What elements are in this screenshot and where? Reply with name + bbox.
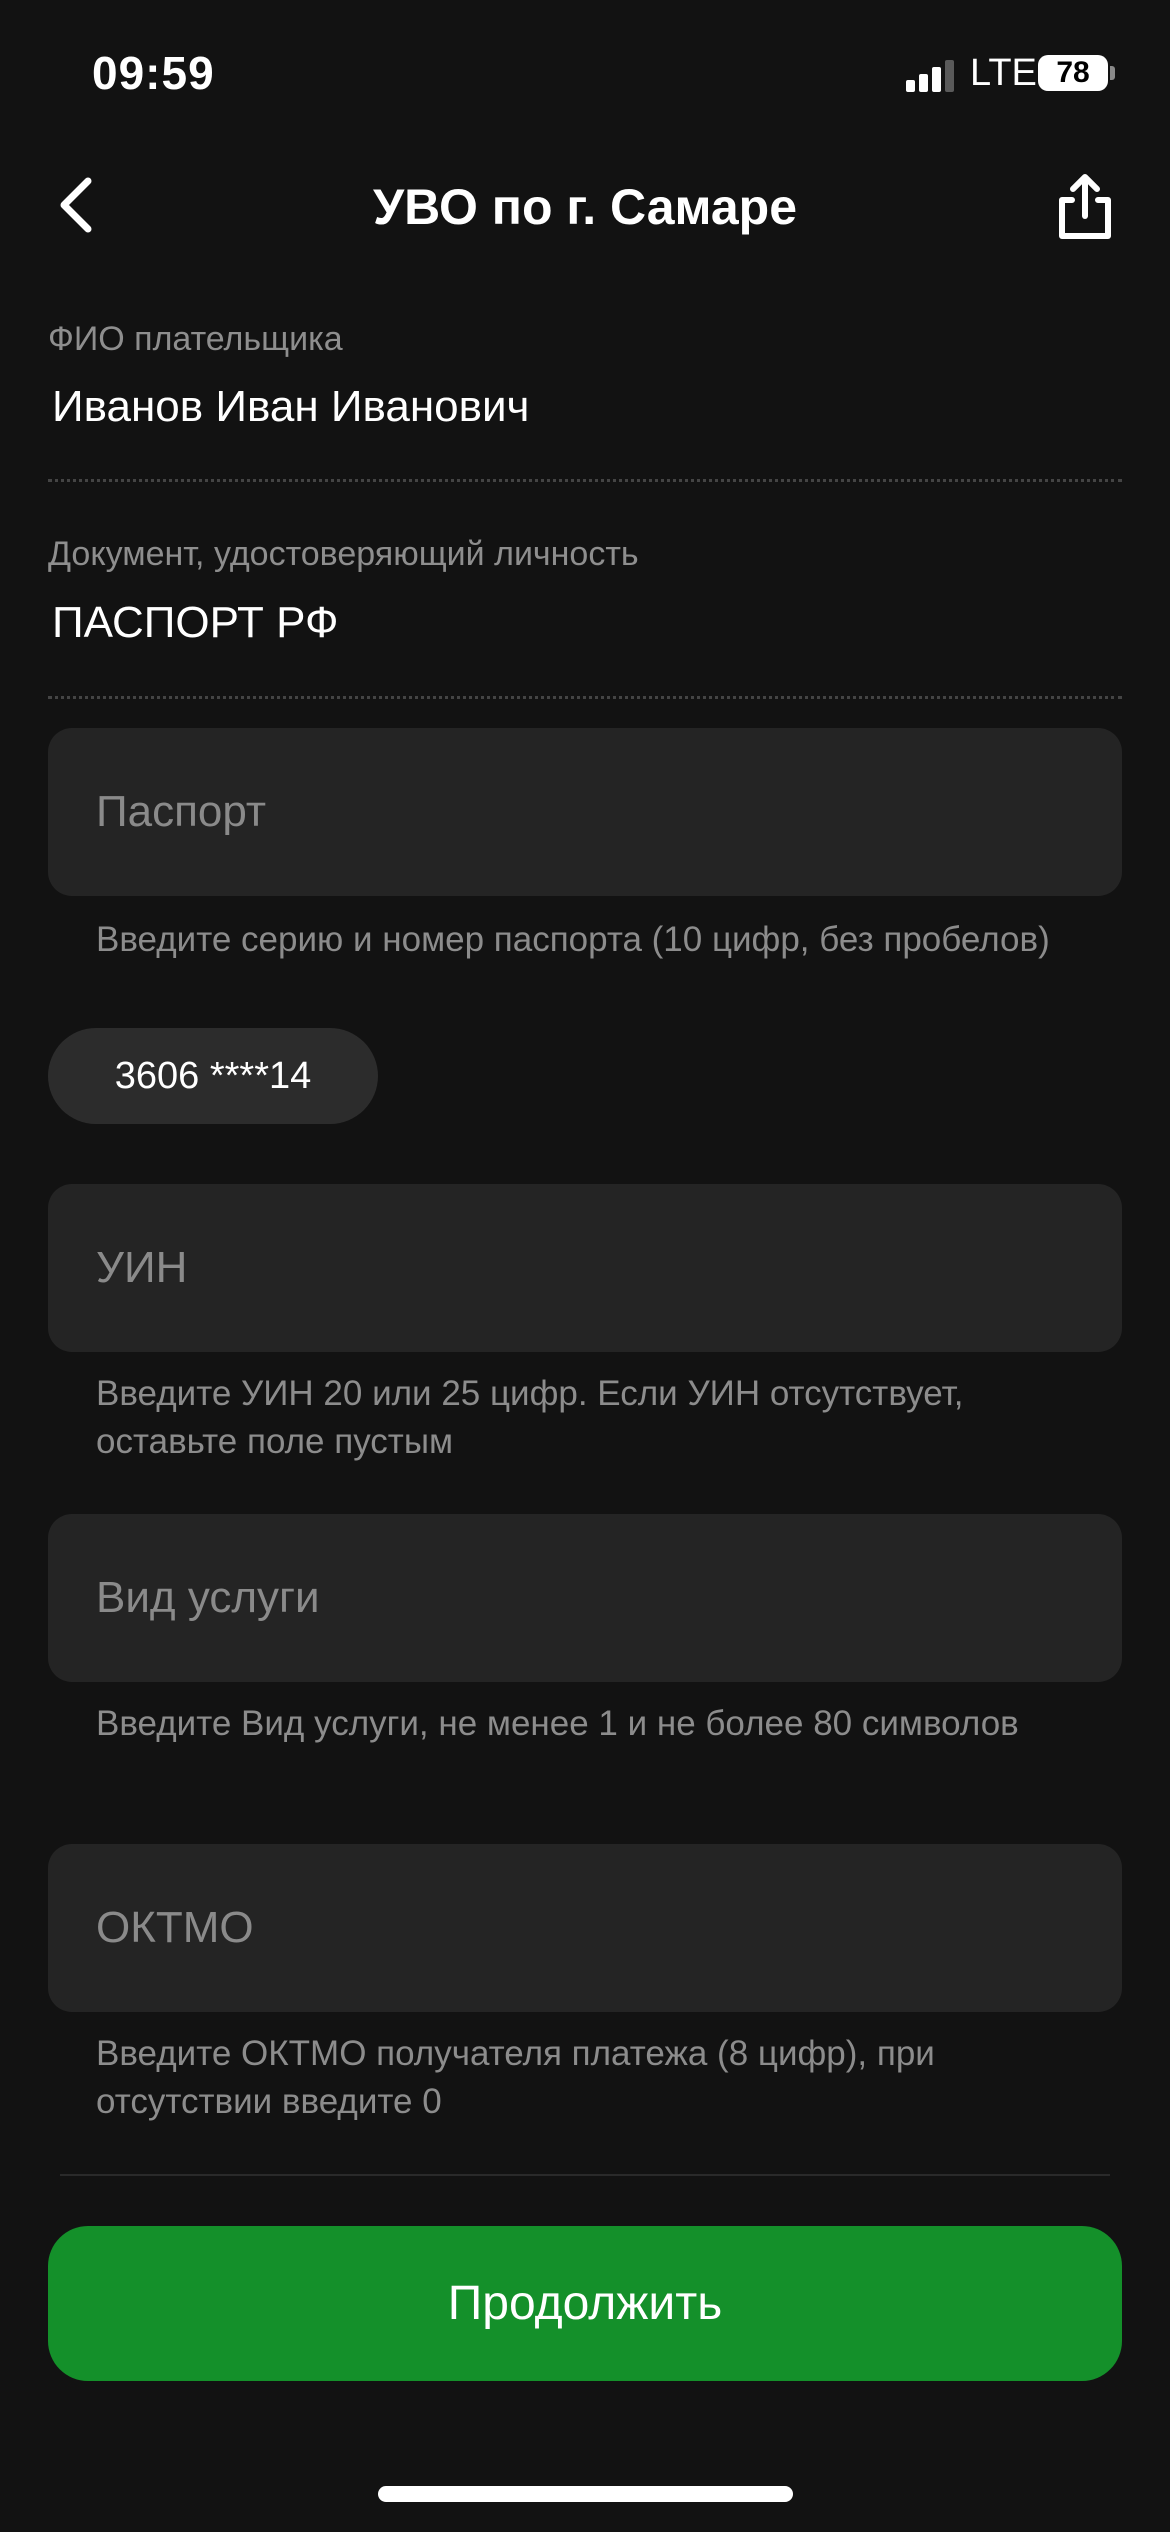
battery-icon: 78 bbox=[1038, 55, 1108, 91]
document-value: ПАСПОРТ РФ bbox=[52, 598, 339, 647]
signal-icon bbox=[906, 58, 954, 92]
payer-value: Иванов Иван Иванович bbox=[52, 382, 530, 431]
passport-placeholder: Паспорт bbox=[96, 787, 267, 836]
oktmo-placeholder: ОКТМО bbox=[96, 1903, 254, 1952]
divider-dotted bbox=[48, 479, 1122, 482]
service-placeholder: Вид услуги bbox=[96, 1573, 320, 1622]
status-bar: 09:59 LTE 78 bbox=[0, 0, 1170, 150]
back-button[interactable] bbox=[46, 170, 106, 240]
service-hint: Введите Вид услуги, не менее 1 и не боле… bbox=[96, 1704, 1019, 1743]
page-title: УВО по г. Самаре bbox=[373, 179, 797, 235]
passport-input[interactable]: Паспорт bbox=[48, 728, 1122, 896]
continue-button[interactable]: Продолжить bbox=[48, 2226, 1122, 2381]
network-type: LTE bbox=[970, 52, 1037, 94]
bottom-divider bbox=[60, 2174, 1110, 2176]
document-label: Документ, удостоверяющий личность bbox=[48, 535, 639, 573]
chevron-left-icon bbox=[60, 177, 92, 233]
divider-dotted bbox=[48, 696, 1122, 699]
payer-label: ФИО плательщика bbox=[48, 320, 343, 358]
uin-input[interactable]: УИН bbox=[48, 1184, 1122, 1352]
uin-hint: Введите УИН 20 или 25 цифр. Если УИН отс… bbox=[96, 1374, 964, 1461]
share-icon bbox=[1059, 174, 1111, 239]
service-input[interactable]: Вид услуги bbox=[48, 1514, 1122, 1682]
oktmo-input[interactable]: ОКТМО bbox=[48, 1844, 1122, 2012]
home-indicator bbox=[378, 2486, 793, 2502]
passport-hint: Введите серию и номер паспорта (10 цифр,… bbox=[96, 920, 1050, 959]
battery-tip bbox=[1110, 66, 1115, 80]
uin-placeholder: УИН bbox=[96, 1243, 188, 1292]
share-button[interactable] bbox=[1054, 172, 1116, 242]
oktmo-hint: Введите ОКТМО получателя платежа (8 цифр… bbox=[96, 2034, 935, 2121]
passport-suggestion-chip[interactable]: 3606 ****14 bbox=[48, 1028, 378, 1124]
status-time: 09:59 bbox=[92, 47, 215, 99]
